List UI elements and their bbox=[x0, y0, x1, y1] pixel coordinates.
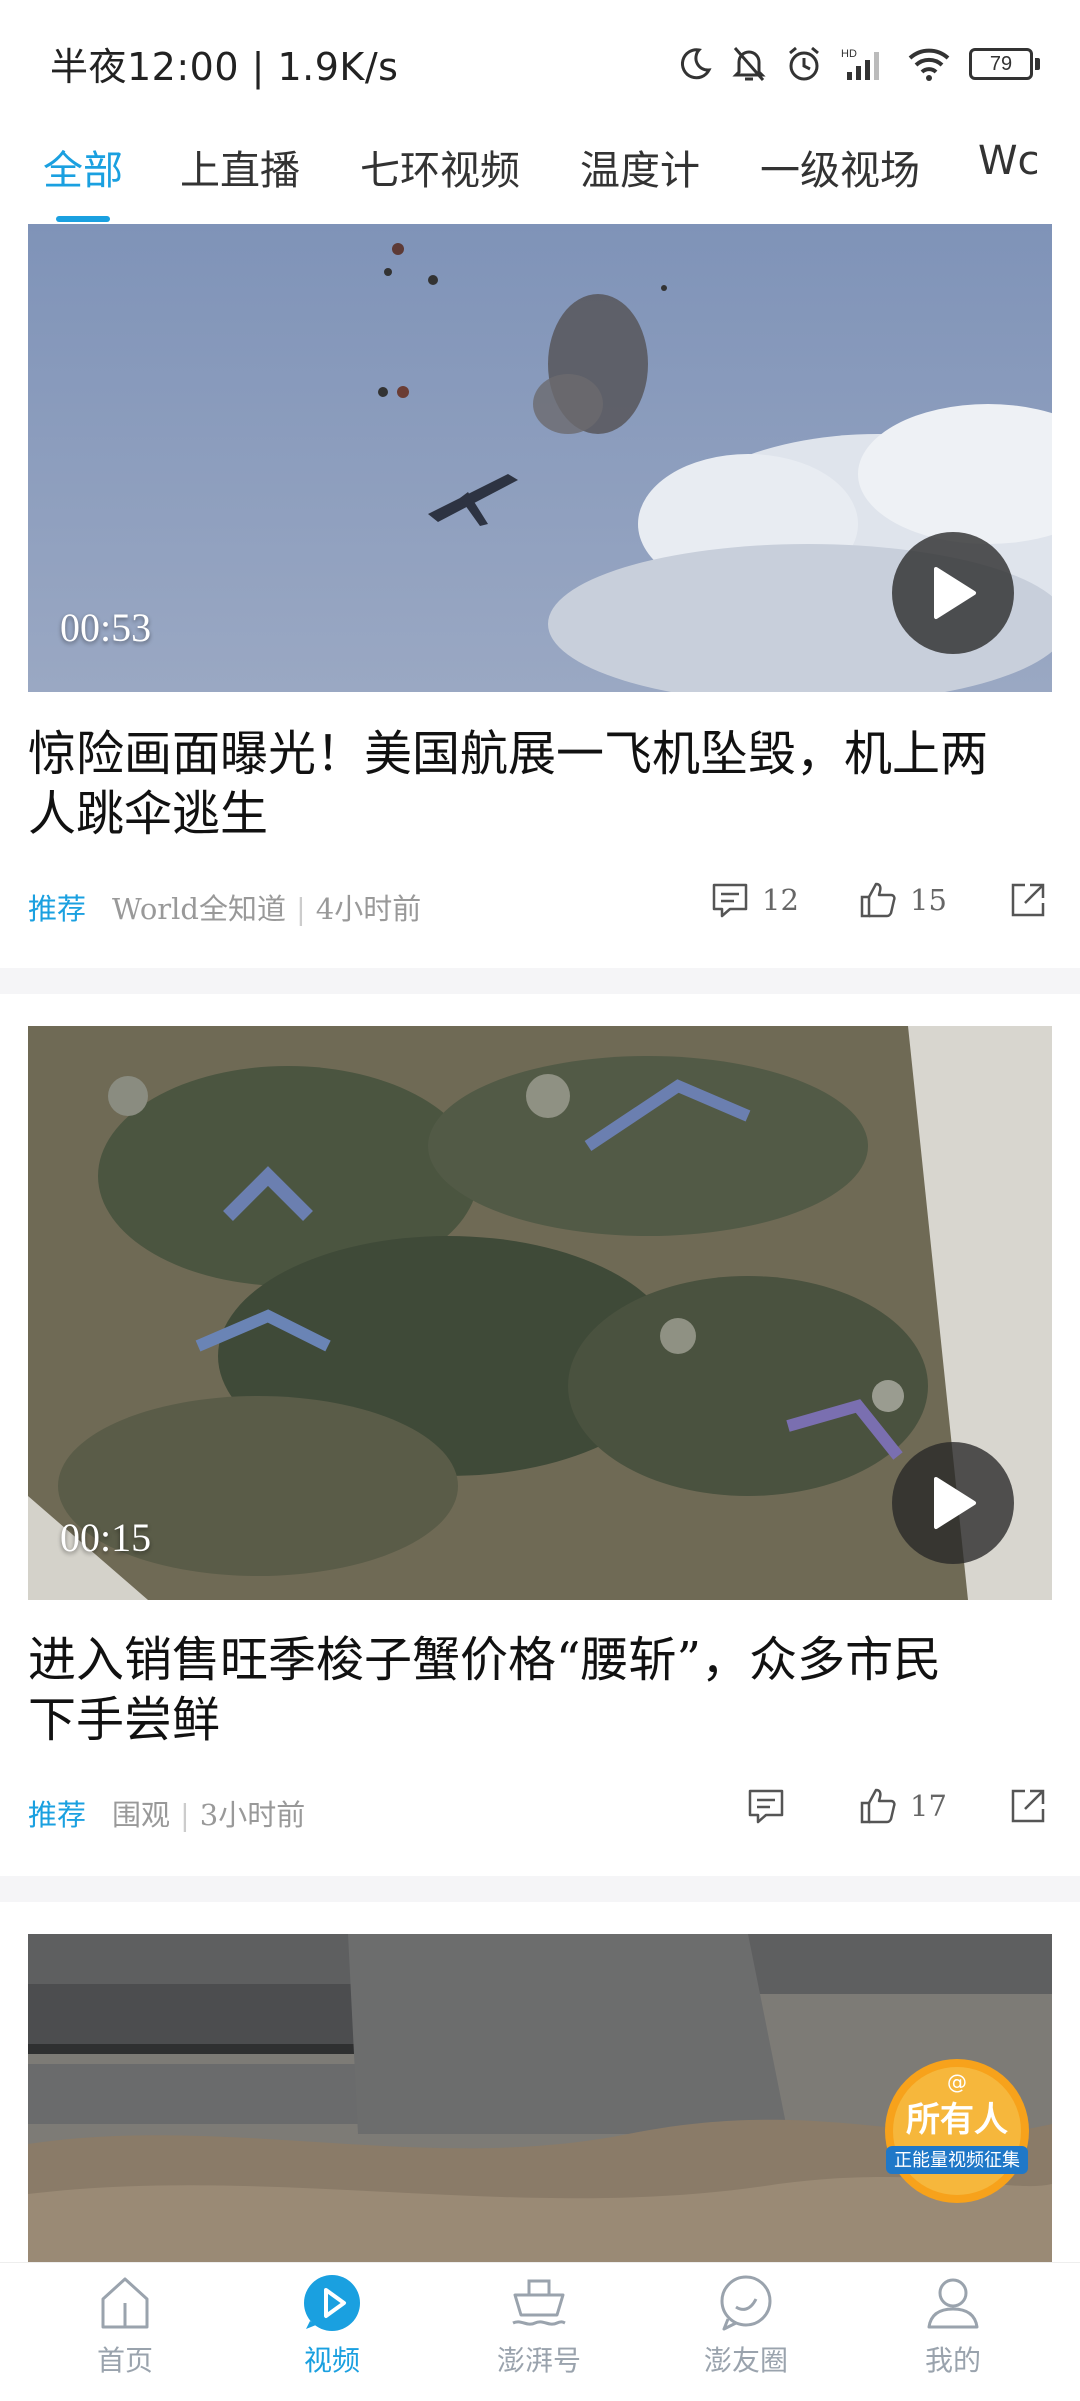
like-count: 17 bbox=[910, 1789, 947, 1823]
share-button[interactable] bbox=[1008, 880, 1048, 920]
play-button[interactable] bbox=[892, 532, 1014, 654]
tab-video[interactable]: 七环视频 bbox=[360, 138, 520, 196]
badge-subtitle: 正能量视频征集 bbox=[894, 2150, 1020, 2171]
video-title[interactable]: 惊险画面曝光！美国航展一飞机坠毁，机上两 人跳伞逃生 bbox=[28, 724, 1052, 844]
category-tabs: 全部 上直播 七环视频 温度计 一级视场 Wc bbox=[0, 120, 1080, 224]
nav-home[interactable]: 首页 bbox=[45, 2271, 205, 2379]
play-icon bbox=[934, 1477, 976, 1529]
bell-off-icon bbox=[732, 47, 766, 81]
badge-title: 所有人 bbox=[906, 2100, 1008, 2140]
nav-me[interactable]: 我的 bbox=[873, 2271, 1033, 2379]
video-meta: 推荐 World全知道 | 4小时前 12 15 bbox=[28, 880, 1052, 926]
battery-level: 79 bbox=[989, 52, 1013, 75]
source-time: World全知道 | 4小时前 bbox=[112, 892, 422, 926]
bottom-nav: 首页 视频 澎湃号 澎友圈 我的 bbox=[0, 2262, 1080, 2401]
battery-icon: 79 bbox=[969, 48, 1040, 80]
video-duration: 00:53 bbox=[60, 605, 152, 650]
comment-icon bbox=[748, 1789, 784, 1824]
tab-thermometer[interactable]: 温度计 bbox=[580, 138, 700, 196]
video-title-line: 人跳伞逃生 bbox=[28, 786, 269, 842]
source-name[interactable]: World全知道 bbox=[112, 892, 286, 926]
comment-button[interactable] bbox=[746, 1786, 798, 1826]
video-meta: 推荐 围观 | 3小时前 17 bbox=[28, 1786, 1052, 1832]
like-button[interactable]: 17 bbox=[858, 1786, 947, 1826]
video-title[interactable]: 进入销售旺季梭子蟹价格“腰斩”，众多市民 下手尝鲜 bbox=[28, 1630, 1052, 1750]
chat-bubble-icon bbox=[720, 2275, 772, 2331]
video-thumbnail[interactable]: 00:15 bbox=[28, 1026, 1052, 1600]
nav-label: 我的 bbox=[924, 2344, 981, 2377]
recommend-tag: 推荐 bbox=[28, 1798, 87, 1832]
nav-label: 视频 bbox=[303, 2344, 360, 2377]
like-count: 15 bbox=[910, 883, 947, 917]
video-title-line: 下手尝鲜 bbox=[28, 1692, 221, 1748]
comment-button[interactable]: 12 bbox=[710, 880, 799, 920]
card-divider bbox=[0, 1876, 1080, 1902]
nav-friends-circle[interactable]: 澎友圈 bbox=[666, 2271, 826, 2379]
nav-label: 澎友圈 bbox=[703, 2344, 788, 2377]
campaign-badge[interactable]: @ 所有人 正能量视频征集 bbox=[880, 2056, 1034, 2206]
play-button[interactable] bbox=[892, 1442, 1014, 1564]
svg-text:@: @ bbox=[947, 2070, 967, 2094]
video-thumbnail[interactable]: 00:53 bbox=[28, 224, 1052, 692]
publish-time: 4小时前 bbox=[315, 892, 422, 926]
nav-label: 首页 bbox=[96, 2344, 153, 2377]
recommend-tag: 推荐 bbox=[28, 892, 87, 926]
comment-icon bbox=[712, 883, 748, 918]
nav-video[interactable]: 视频 bbox=[252, 2271, 412, 2379]
thumbs-up-icon bbox=[860, 882, 896, 918]
ship-icon bbox=[512, 2279, 566, 2326]
card-divider bbox=[0, 968, 1080, 994]
status-time-speed: 半夜12:00 | 1.9K/s bbox=[50, 45, 399, 89]
status-bar: 半夜12:00 | 1.9K/s HD 79 bbox=[0, 0, 1080, 120]
nav-pengpai-hao[interactable]: 澎湃号 bbox=[459, 2271, 619, 2379]
tab-live[interactable]: 上直播 bbox=[180, 138, 300, 196]
like-button[interactable]: 15 bbox=[858, 880, 947, 920]
nav-label: 澎湃号 bbox=[496, 2344, 581, 2377]
thumbs-up-icon bbox=[860, 1788, 896, 1824]
network-label: HD bbox=[841, 48, 857, 60]
home-icon bbox=[101, 2277, 149, 2329]
share-icon bbox=[1011, 1789, 1045, 1823]
publish-time: 3小时前 bbox=[199, 1798, 306, 1832]
signal-icon: HD bbox=[841, 48, 879, 80]
video-title-line: 进入销售旺季梭子蟹价格“腰斩”，众多市民 bbox=[28, 1632, 942, 1688]
alarm-icon bbox=[789, 46, 819, 81]
source-time: 围观 | 3小时前 bbox=[112, 1798, 306, 1832]
moon-icon bbox=[680, 48, 712, 80]
tab-more[interactable]: Wc bbox=[978, 138, 1040, 184]
wifi-icon bbox=[908, 48, 950, 81]
comment-count: 12 bbox=[762, 883, 799, 917]
video-title-line: 惊险画面曝光！美国航展一飞机坠毁，机上两 bbox=[28, 726, 989, 782]
video-duration: 00:15 bbox=[60, 1515, 152, 1560]
tab-indicator bbox=[56, 216, 110, 222]
status-icons: HD 79 bbox=[677, 36, 1040, 92]
tab-first-scene[interactable]: 一级视场 bbox=[760, 138, 920, 196]
share-button[interactable] bbox=[1008, 1786, 1048, 1826]
campaign-badge-graphic: @ 所有人 正能量视频征集 bbox=[885, 2059, 1029, 2203]
tab-all[interactable]: 全部 bbox=[43, 138, 123, 196]
source-name[interactable]: 围观 bbox=[112, 1798, 170, 1832]
share-icon bbox=[1011, 883, 1045, 917]
user-icon bbox=[927, 2278, 979, 2329]
video-play-icon bbox=[304, 2275, 360, 2331]
play-icon bbox=[934, 567, 976, 619]
